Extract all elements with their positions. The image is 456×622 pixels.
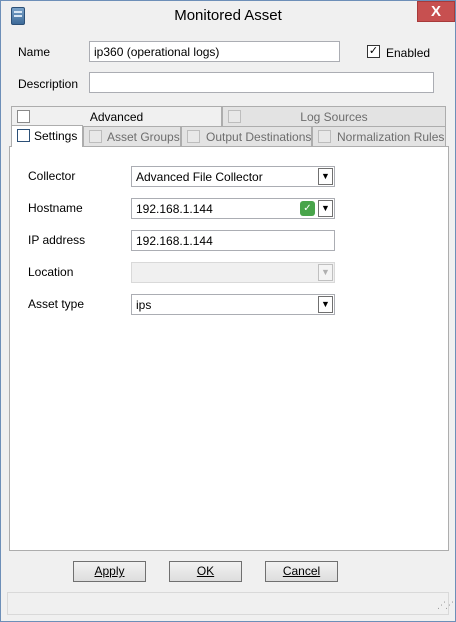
chevron-down-icon[interactable]: ▼ [318, 168, 333, 185]
tab-normalization-rules[interactable]: Normalization Rules [312, 126, 446, 146]
collector-select[interactable]: Advanced File Collector ▼ [131, 166, 335, 187]
tab-asset-groups[interactable]: Asset Groups [83, 126, 181, 146]
close-button[interactable]: X [417, 1, 455, 22]
cancel-button[interactable]: Cancel [265, 561, 338, 582]
asset-type-label: Asset type [28, 297, 85, 311]
tab-log-sources[interactable]: Log Sources [222, 106, 446, 126]
monitored-asset-dialog: Monitored Asset X Name ip360 (operationa… [0, 0, 456, 622]
asset-type-select[interactable]: ips ▼ [131, 294, 335, 315]
tab-advanced[interactable]: Advanced [11, 106, 222, 126]
enabled-label: Enabled [386, 46, 431, 60]
description-label: Description [18, 77, 79, 91]
status-bar [7, 592, 449, 615]
tab-log-sources-label: Log Sources [300, 110, 368, 124]
tab-asset-groups-label: Asset Groups [107, 130, 180, 144]
enabled-checkbox[interactable]: ✓ [367, 45, 380, 58]
location-label: Location [28, 265, 74, 279]
tab-normalization-rules-label: Normalization Rules [337, 130, 445, 144]
chevron-down-icon[interactable]: ▼ [318, 296, 333, 313]
title-bar[interactable]: Monitored Asset X [1, 1, 455, 31]
name-label: Name [18, 45, 51, 59]
ip-address-label: IP address [28, 233, 86, 247]
settings-panel: Collector Advanced File Collector ▼ Host… [9, 146, 449, 551]
tab-settings[interactable]: Settings [11, 125, 83, 147]
description-field[interactable] [89, 72, 434, 93]
verify-shield-icon[interactable]: ✓ [300, 201, 315, 216]
hostname-value: 192.168.1.144 [136, 202, 213, 216]
asset-type-value: ips [136, 298, 152, 312]
tab-output-destinations-label: Output Destinations [206, 130, 312, 144]
hostname-combo[interactable]: 192.168.1.144 ✓ ▼ [131, 198, 335, 219]
resize-grip-icon[interactable]: ⋰⋰ [437, 601, 454, 613]
document-list-icon [17, 110, 30, 123]
collector-value: Advanced File Collector [136, 170, 263, 184]
chevron-down-icon[interactable]: ▼ [318, 200, 333, 217]
settings-icon [17, 129, 30, 142]
location-select: ▼ [131, 262, 335, 283]
ok-button[interactable]: OK [169, 561, 242, 582]
ip-address-field[interactable]: 192.168.1.144 [131, 230, 335, 251]
log-sources-icon [228, 110, 241, 123]
normalization-rules-icon [318, 130, 331, 143]
tab-settings-label: Settings [34, 129, 78, 143]
tab-advanced-label: Advanced [89, 110, 144, 124]
asset-groups-icon [89, 130, 102, 143]
collector-label: Collector [28, 169, 76, 183]
hostname-label: Hostname [28, 201, 83, 215]
apply-button[interactable]: Apply [73, 561, 146, 582]
output-destinations-icon [187, 130, 200, 143]
name-field[interactable]: ip360 (operational logs) [89, 41, 340, 62]
tab-output-destinations[interactable]: Output Destinations [181, 126, 312, 146]
chevron-down-icon: ▼ [318, 264, 333, 281]
window-title: Monitored Asset [174, 7, 282, 24]
